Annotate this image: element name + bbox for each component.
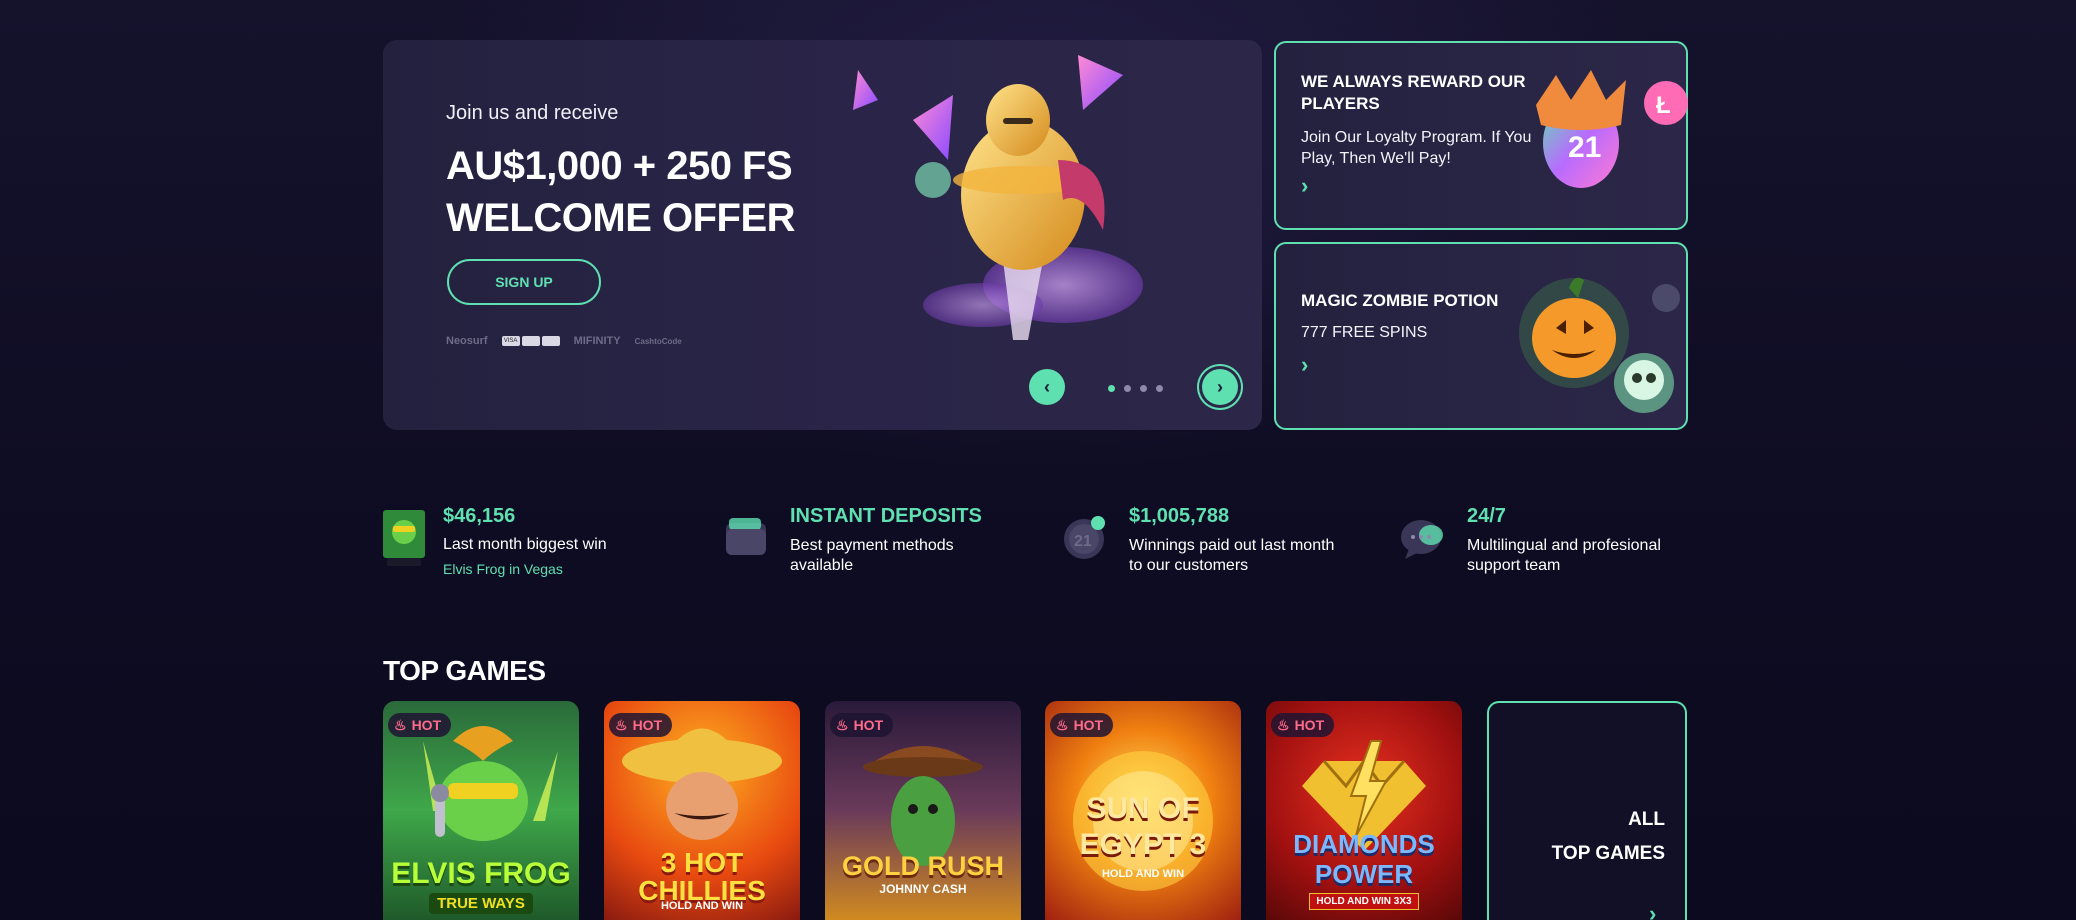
chevron-right-icon[interactable]: › xyxy=(1301,352,1308,378)
game-tagline: HOLD AND WIN xyxy=(1101,868,1185,880)
game-card-sun-of-egypt-3[interactable]: ♨ HOT SUN OF EGYPT 3 HOLD AND WIN xyxy=(1045,701,1241,920)
payment-neosurf-logo: Neosurf xyxy=(446,335,488,347)
hero-subtitle: Join us and receive xyxy=(446,102,619,124)
game-tagline: HOLD AND WIN 3X3 xyxy=(1266,893,1462,910)
hero-title: AU$1,000 + 250 FS WELCOME OFFER xyxy=(446,140,866,244)
payment-mifinity-logo: MIFINITY xyxy=(573,335,621,347)
crown-coin-illustration: 21 Ł xyxy=(1536,70,1688,188)
stat-biggest-win: $46,156 Last month biggest win Elvis Fro… xyxy=(383,505,683,585)
hero-title-line2: WELCOME OFFER xyxy=(446,196,796,240)
stat-description: Last month biggest win xyxy=(443,536,607,553)
carousel-prev-button[interactable]: ‹ xyxy=(1029,369,1065,405)
all-top-games-label: ALL TOP GAMES xyxy=(1551,809,1665,864)
promo-text: 777 FREE SPINS xyxy=(1301,324,1428,341)
payment-cashtocode-logo: CashtoCode xyxy=(634,336,682,346)
hot-badge: ♨ HOT xyxy=(1050,713,1114,737)
rocket-mascot-illustration xyxy=(853,55,1143,340)
stat-value: $46,156 xyxy=(443,505,516,527)
hot-badge: ♨ HOT xyxy=(388,713,452,737)
stat-support: 24/7 Multilingual and profesional suppor… xyxy=(1399,505,1699,585)
signup-button[interactable]: SIGN UP xyxy=(447,259,601,305)
pumpkin-skull-illustration xyxy=(1519,277,1680,413)
carousel-dot[interactable] xyxy=(1156,385,1163,392)
promo-text: Join Our Loyalty Program. If You Play, T… xyxy=(1301,129,1532,167)
game-logo: 3 HOT CHILLIES xyxy=(638,847,766,906)
flame-icon: ♨ xyxy=(394,716,407,733)
game-tagline: HOLD AND WIN xyxy=(660,900,744,912)
flame-icon: ♨ xyxy=(1277,716,1290,733)
carousel-dots xyxy=(1108,385,1163,392)
flame-icon: ♨ xyxy=(1056,716,1069,733)
game-card-gold-rush[interactable]: ♨ HOT GOLD RUSH JOHNNY CASH xyxy=(825,701,1021,920)
stat-value: INSTANT DEPOSITS xyxy=(790,505,982,527)
carousel-dot[interactable] xyxy=(1124,385,1131,392)
all-top-games-card[interactable]: ALL TOP GAMES › xyxy=(1487,701,1687,920)
hot-badge: ♨ HOT xyxy=(1271,713,1335,737)
elvis-frog-thumbnail xyxy=(383,510,425,566)
coin-icon: 21 xyxy=(1064,516,1105,559)
chevron-right-icon[interactable]: › xyxy=(1301,173,1308,199)
payment-cards-logo: VISA xyxy=(501,336,560,346)
game-logo: DIAMONDS POWER xyxy=(1293,829,1435,889)
carousel-next-button[interactable]: › xyxy=(1202,369,1238,405)
svg-text:21: 21 xyxy=(1568,131,1601,164)
hero-title-line1: AU$1,000 + 250 FS xyxy=(446,144,793,188)
stat-description: Multilingual and profesional support tea… xyxy=(1467,537,1661,574)
flame-icon: ♨ xyxy=(615,716,628,733)
wallet-icon xyxy=(726,518,766,555)
game-card-3-hot-chillies[interactable]: ♨ HOT 3 HOT CHILLIES HOLD AND WIN xyxy=(604,701,800,920)
promo-title: WE ALWAYS REWARD OUR PLAYERS xyxy=(1301,72,1526,113)
stat-instant-deposits: INSTANT DEPOSITS Best payment methods av… xyxy=(723,505,1023,585)
flame-icon: ♨ xyxy=(836,716,849,733)
stat-winnings-paid: 21 $1,005,788 Winnings paid out last mon… xyxy=(1062,505,1362,585)
game-tagline: TRUE WAYS xyxy=(383,893,579,914)
game-tagline: JOHNNY CASH xyxy=(879,882,967,896)
hot-badge: ♨ HOT xyxy=(830,713,894,737)
hero-banner: Join us and receive AU$1,000 + 250 FS WE… xyxy=(383,40,1262,430)
carousel-dot[interactable] xyxy=(1108,385,1115,392)
game-logo: SUN OF EGYPT 3 xyxy=(1079,792,1207,861)
game-logo: GOLD RUSH xyxy=(842,851,1004,881)
magic-zombie-potion-card[interactable]: MAGIC ZOMBIE POTION 777 FREE SPINS › xyxy=(1274,242,1688,430)
biggest-win-game-link[interactable]: Elvis Frog in Vegas xyxy=(443,561,563,577)
top-games-title: TOP GAMES xyxy=(383,655,546,686)
payment-methods: Neosurf VISA MIFINITY CashtoCode xyxy=(446,335,682,347)
hot-badge: ♨ HOT xyxy=(609,713,673,737)
svg-text:21: 21 xyxy=(1074,533,1092,550)
game-card-diamonds-power[interactable]: ♨ HOT DIAMONDS POWER HOLD AND WIN 3X3 xyxy=(1266,701,1462,920)
stat-description: Best payment methods available xyxy=(790,537,954,574)
stat-value: 24/7 xyxy=(1467,505,1506,527)
stat-description: Winnings paid out last month to our cust… xyxy=(1129,537,1335,574)
svg-text:Ł: Ł xyxy=(1656,92,1671,119)
chevron-right-icon[interactable]: › xyxy=(1649,901,1656,920)
promo-title: MAGIC ZOMBIE POTION xyxy=(1301,291,1499,310)
stat-value: $1,005,788 xyxy=(1129,505,1230,527)
game-card-elvis-frog[interactable]: ♨ HOT ELVIS FROG TRUE WAYS xyxy=(383,701,579,920)
chat-bubble-icon xyxy=(1401,520,1443,559)
loyalty-program-card[interactable]: WE ALWAYS REWARD OUR PLAYERS Join Our Lo… xyxy=(1274,41,1688,230)
game-logo: ELVIS FROG xyxy=(391,857,571,890)
carousel-dot[interactable] xyxy=(1140,385,1147,392)
